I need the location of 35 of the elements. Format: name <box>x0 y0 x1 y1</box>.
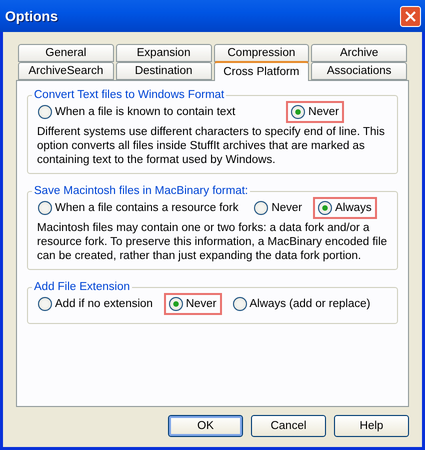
radio-button[interactable] <box>38 297 52 311</box>
tab[interactable]: Associations <box>311 62 407 80</box>
close-button[interactable] <box>400 6 421 26</box>
radio-option[interactable]: When a file is known to contain text <box>35 103 238 121</box>
radio-option[interactable]: Never <box>166 295 220 313</box>
dialog-button[interactable]: Help <box>334 415 409 437</box>
description-text: Different systems use different characters to specify end of line. This option converts all files inside StuffIt archives that are marked as containing text to the format used by Windows. <box>37 125 386 167</box>
radio-option[interactable]: Add if no extension <box>35 295 156 313</box>
tab[interactable]: General <box>18 44 114 62</box>
radio-option[interactable]: Never <box>288 103 342 121</box>
description-text: Macintosh files may contain one or two forks: a data fork and/or a resource fork. To preserve this information, a MacBinary encoded file can be created, rather than just expanding the data fork portion. <box>37 221 388 263</box>
radio-button[interactable] <box>38 201 52 215</box>
radio-button[interactable] <box>254 201 268 215</box>
window-title: Options <box>5 8 58 24</box>
group-title: Add File Extension <box>33 281 131 293</box>
radio-button[interactable] <box>38 105 52 119</box>
tab[interactable]: Archive <box>311 44 407 62</box>
radio-option[interactable]: Always <box>315 199 375 217</box>
radio-option[interactable]: Never <box>251 199 306 217</box>
radio-option[interactable]: When a file contains a resource fork <box>35 199 242 217</box>
radio-option[interactable]: Always (add or replace) <box>230 295 374 313</box>
tab[interactable]: Destination <box>116 62 212 80</box>
radio-button[interactable] <box>318 201 332 215</box>
radio-button[interactable] <box>232 297 247 311</box>
radio-button[interactable] <box>291 105 306 119</box>
close-icon <box>405 10 416 22</box>
tab[interactable]: Compression <box>214 44 310 62</box>
tab[interactable]: Expansion <box>116 44 212 62</box>
group-title: Convert Text files to Windows Format <box>33 89 226 101</box>
tab[interactable]: ArchiveSearch <box>18 62 114 80</box>
radio-button[interactable] <box>168 297 183 311</box>
group-title: Save Macintosh files in MacBinary format: <box>33 185 250 197</box>
dialog-button[interactable]: Cancel <box>251 415 326 437</box>
tab[interactable]: Cross Platform <box>214 61 310 81</box>
dialog-button[interactable]: OK <box>168 415 243 437</box>
